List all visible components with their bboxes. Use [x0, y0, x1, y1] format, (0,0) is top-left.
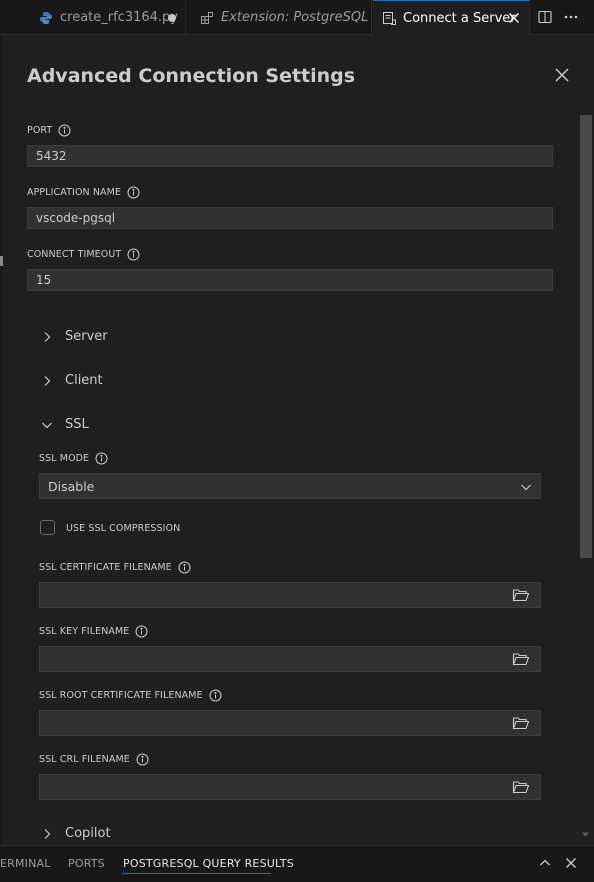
- section-label: Copilot: [65, 826, 111, 841]
- chevron-right-icon: [41, 331, 53, 343]
- section-copilot[interactable]: Copilot: [41, 826, 111, 841]
- chevron-right-icon: [41, 828, 53, 840]
- panel-tab-terminal[interactable]: ERMINAL: [0, 857, 51, 870]
- section-ssl[interactable]: SSL: [41, 417, 89, 432]
- info-icon[interactable]: [58, 124, 71, 137]
- folder-open-icon[interactable]: [512, 780, 530, 795]
- close-panel-icon[interactable]: [564, 856, 578, 870]
- chevron-right-icon: [41, 375, 53, 387]
- chevron-down-icon: [520, 481, 532, 493]
- section-label: SSL: [65, 417, 89, 432]
- info-icon[interactable]: [136, 753, 149, 766]
- ssl-crl-input[interactable]: [39, 774, 541, 800]
- ssl-key-label: SSL KEY FILENAME: [39, 625, 148, 638]
- ssl-compression-label: USE SSL COMPRESSION: [66, 523, 181, 534]
- server-connect-icon: [381, 10, 397, 26]
- bottom-panel-bar: ERMINAL PORTS POSTGRESQL QUERY RESULTS: [0, 845, 594, 882]
- application-name-input[interactable]: vscode-pgsql: [27, 207, 553, 229]
- tab-label: Extension: PostgreSQL: [221, 10, 369, 25]
- ssl-root-certificate-label: SSL ROOT CERTIFICATE FILENAME: [39, 689, 222, 702]
- ssl-key-input[interactable]: [39, 646, 541, 672]
- folder-open-icon[interactable]: [512, 652, 530, 667]
- tab-connect-a-server[interactable]: Connect a Server: [373, 0, 530, 35]
- split-editor-icon[interactable]: [537, 9, 553, 25]
- dialog-title: Advanced Connection Settings: [27, 65, 356, 87]
- info-icon[interactable]: [135, 625, 148, 638]
- modified-dot-icon[interactable]: [168, 14, 176, 22]
- info-icon[interactable]: [127, 186, 140, 199]
- ssl-mode-value: Disable: [48, 478, 95, 494]
- ssl-root-certificate-input[interactable]: [39, 710, 541, 736]
- close-dialog-icon[interactable]: [554, 67, 570, 83]
- tab-label: Connect a Server: [403, 10, 516, 26]
- connect-timeout-input[interactable]: 15: [27, 269, 553, 291]
- info-icon[interactable]: [209, 689, 222, 702]
- advanced-connection-settings-dialog: Advanced Connection Settings PORT 5432 A…: [3, 35, 594, 845]
- info-icon[interactable]: [127, 248, 140, 261]
- tab-label: create_rfc3164.py: [60, 10, 178, 25]
- application-name-label: APPLICATION NAME: [27, 186, 140, 199]
- section-label: Client: [65, 373, 103, 388]
- panel-tab-postgresql-query-results[interactable]: POSTGRESQL QUERY RESULTS: [123, 857, 294, 870]
- section-client[interactable]: Client: [41, 373, 103, 388]
- panel-tab-ports[interactable]: PORTS: [68, 857, 105, 870]
- ssl-certificate-input[interactable]: [39, 582, 541, 608]
- tab-extension-postgresql[interactable]: Extension: PostgreSQL: [187, 0, 372, 35]
- ssl-mode-label: SSL MODE: [39, 452, 108, 465]
- maximize-panel-icon[interactable]: [538, 856, 552, 870]
- port-input[interactable]: 5432: [27, 145, 553, 167]
- section-label: Server: [65, 329, 108, 344]
- chevron-down-icon: [41, 419, 53, 431]
- python-icon: [38, 10, 54, 26]
- info-icon[interactable]: [95, 452, 108, 465]
- section-server[interactable]: Server: [41, 329, 108, 344]
- scroll-down-arrow-icon[interactable]: [581, 830, 590, 839]
- ssl-crl-label: SSL CRL FILENAME: [39, 753, 149, 766]
- active-tab-indicator: [122, 873, 271, 874]
- info-icon[interactable]: [178, 561, 191, 574]
- ssl-certificate-label: SSL CERTIFICATE FILENAME: [39, 561, 191, 574]
- close-tab-icon[interactable]: [507, 11, 521, 25]
- ssl-mode-select[interactable]: Disable: [39, 473, 541, 499]
- scrollbar-thumb[interactable]: [580, 115, 592, 558]
- folder-open-icon[interactable]: [512, 588, 530, 603]
- connect-timeout-label: CONNECT TIMEOUT: [27, 248, 140, 261]
- ssl-compression-checkbox[interactable]: [40, 520, 55, 535]
- more-actions-icon[interactable]: [563, 9, 579, 25]
- port-label: PORT: [27, 124, 71, 137]
- extensions-icon: [199, 10, 215, 26]
- folder-open-icon[interactable]: [512, 716, 530, 731]
- editor-tab-bar: create_rfc3164.py Extension: PostgreSQL …: [0, 0, 594, 35]
- tab-create-rfc3164[interactable]: create_rfc3164.py: [0, 0, 186, 35]
